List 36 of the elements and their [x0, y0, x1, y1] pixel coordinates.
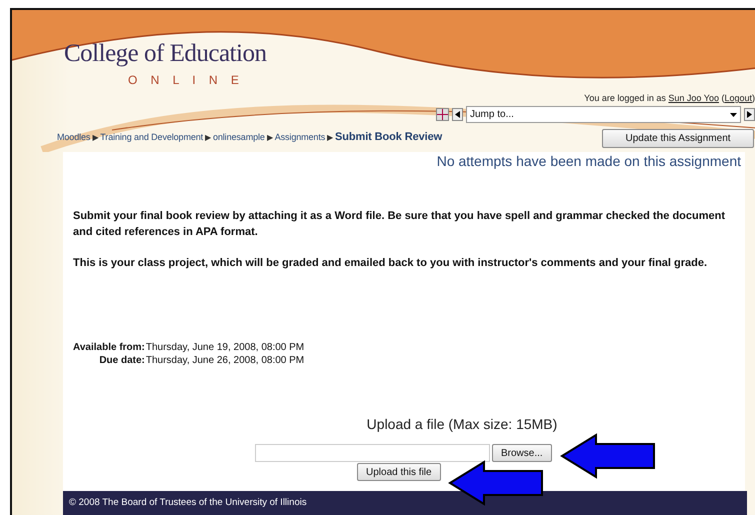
breadcrumb-separator: ▶	[327, 133, 334, 142]
upload-heading: Upload a file (Max size: 15MB)	[366, 416, 558, 432]
date-label: Due date:	[98, 355, 145, 366]
arrow-icon	[560, 433, 656, 479]
footer-text: © 2008 The Board of Trustees of the University of Illinois	[63, 491, 747, 515]
login-link[interactable]: Logout	[724, 93, 752, 103]
instruction-text: Submit your final book review by attaching it as a Word file. Be sure that you have spell and grammar checked the document and cited references in APA format.	[73, 209, 726, 240]
instruction-text: This is your class project, which will be graded and emailed back to you with instructor's comments and your final grade.	[73, 256, 708, 271]
file-field[interactable]	[255, 444, 490, 462]
breadcrumb-separator: ▶	[266, 133, 273, 142]
attempts-status: No attempts have been made on this assignment	[436, 153, 741, 169]
site-title: College of Education	[64, 40, 266, 68]
breadcrumb-link[interactable]: Assignments	[274, 132, 326, 142]
grid-icon[interactable]	[436, 108, 449, 121]
upload-button[interactable]: Upload this file	[357, 463, 441, 481]
update-assignment-button[interactable]: Update this Assignment	[602, 129, 754, 148]
breadcrumb-link[interactable]: Training and Development	[100, 132, 204, 142]
site-subtitle: O N L I N E	[128, 73, 244, 87]
date-label: Available from:	[73, 342, 145, 353]
login-status: You are logged in as Sun Joo Yoo (Logout)	[584, 93, 755, 103]
right-triangle-icon	[747, 111, 752, 118]
dropdown-icon	[730, 112, 737, 116]
breadcrumb-separator: ▶	[205, 133, 211, 142]
arrow-icon	[448, 460, 544, 506]
jump-to-select[interactable]: Jump to...	[466, 106, 741, 123]
breadcrumb-link[interactable]: onlinesample	[212, 132, 265, 142]
browse-button[interactable]: Browse...	[492, 444, 552, 462]
left-triangle-icon	[455, 111, 460, 118]
date-value: Thursday, June 19, 2008, 08:00 PM	[146, 342, 304, 353]
breadcrumb-separator: ▶	[92, 133, 98, 142]
breadcrumb-link[interactable]: Moodles	[57, 132, 90, 142]
date-value: Thursday, June 26, 2008, 08:00 PM	[146, 355, 304, 366]
previous-button[interactable]	[452, 108, 463, 121]
next-button[interactable]	[744, 108, 755, 121]
breadcrumb-current: Submit Book Review	[335, 131, 442, 143]
login-link[interactable]: Sun Joo Yoo	[668, 93, 719, 103]
